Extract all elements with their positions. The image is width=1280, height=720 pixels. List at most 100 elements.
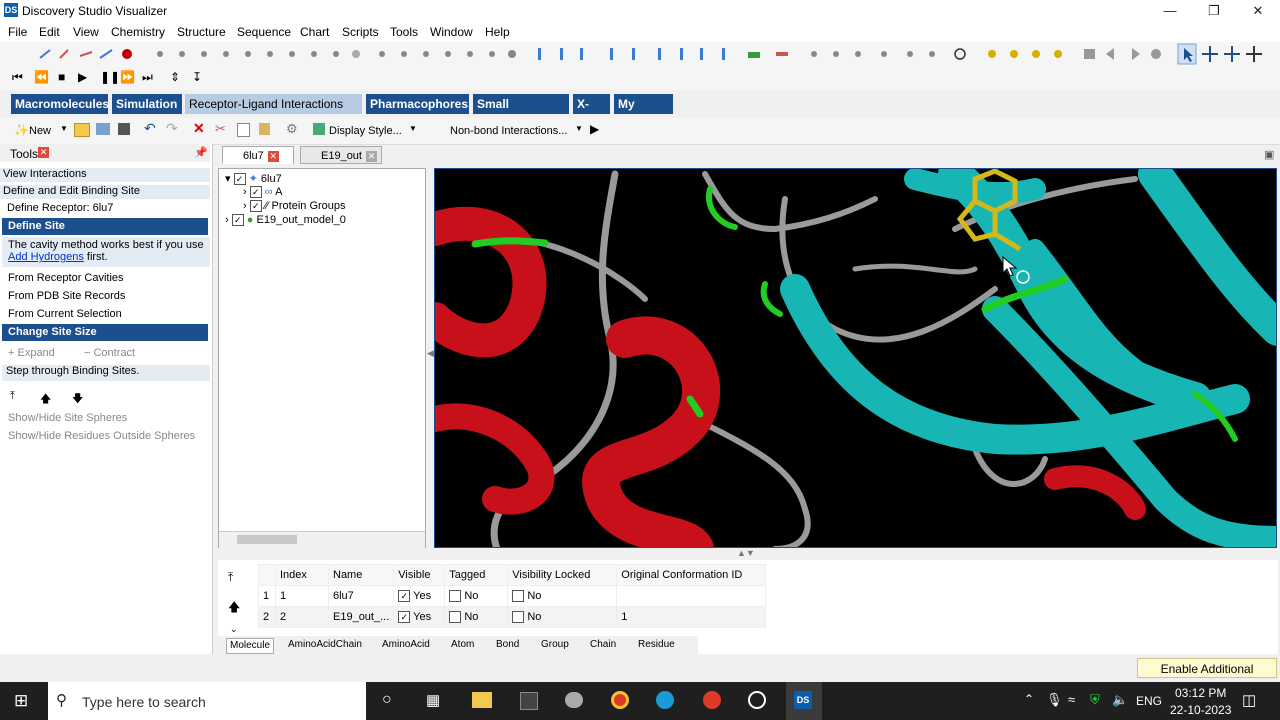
btab-aminoacid[interactable]: AminoAcid — [382, 638, 430, 652]
tagged-checkbox[interactable] — [449, 611, 462, 624]
from-receptor-cavities[interactable]: From Receptor Cavities — [8, 272, 218, 284]
next-site-icon[interactable]: 🡇 — [72, 390, 83, 409]
windows-start-icon[interactable]: ⊞ — [14, 691, 28, 711]
table-row[interactable]: 1 1 6lu7 ✓ Yes No No — [258, 585, 767, 607]
close-doc-e19-icon[interactable]: ✕ — [365, 150, 377, 162]
close-window-button[interactable]: ✕ — [1236, 0, 1280, 22]
tree-chain-a[interactable]: › ✓ ∞ A — [243, 186, 282, 199]
show-hide-residues[interactable]: Show/Hide Residues Outside Spheres — [8, 430, 195, 442]
change-site-size-header[interactable]: Change Site Size — [2, 324, 208, 341]
paste-icon[interactable] — [259, 123, 270, 135]
task-view-icon[interactable]: ▦ — [426, 691, 440, 709]
col-visibility-locked[interactable]: Visibility Locked — [507, 564, 618, 586]
new-dropdown-icon[interactable]: ▼ — [60, 124, 68, 133]
discovery-studio-taskbar[interactable]: DS — [786, 682, 822, 720]
settings-icon[interactable]: ⚙ — [286, 121, 298, 137]
tree-groups-checkbox[interactable]: ✓ — [249, 200, 262, 213]
menu-tools[interactable]: Tools — [390, 25, 418, 39]
first-site-icon[interactable]: ⤒ — [10, 390, 15, 403]
previous-site-icon[interactable]: 🡅 — [40, 390, 51, 409]
wifi-icon[interactable]: ≈ — [1068, 692, 1075, 707]
btab-chain[interactable]: Chain — [590, 638, 616, 652]
nonbond-interactions-button[interactable]: Non-bond Interactions... — [450, 125, 567, 137]
menu-view[interactable]: View — [73, 25, 99, 39]
visible-checkbox[interactable]: ✓ — [398, 611, 411, 624]
display-style-dropdown-icon[interactable]: ▼ — [409, 124, 417, 133]
cut-icon[interactable]: ✂ — [215, 121, 226, 137]
tab-pharmacophores[interactable]: Pharmacophores — [366, 94, 469, 114]
tree-root-checkbox[interactable]: ✓ — [233, 173, 246, 186]
save-icon[interactable] — [118, 123, 130, 135]
doc-tab-e19[interactable]: E19_out ✕ — [300, 146, 382, 164]
open-icon[interactable] — [74, 123, 90, 137]
close-doc-6lu7-icon[interactable]: ✕ — [267, 150, 279, 162]
cell-locked[interactable]: No — [507, 606, 618, 628]
table-row[interactable]: 2 2 E19_out_... ✓ Yes No No 1 — [258, 606, 767, 628]
restore-button[interactable]: ❐ — [1192, 0, 1236, 22]
visible-checkbox[interactable]: ✓ — [398, 590, 411, 603]
redo-icon[interactable]: ↷ — [166, 120, 178, 137]
stop-icon[interactable]: ■ — [58, 70, 65, 84]
pause-icon[interactable]: ❚❚ — [100, 70, 120, 84]
cell-tagged[interactable]: No — [444, 585, 509, 607]
col-tagged[interactable]: Tagged — [444, 564, 509, 586]
tree-root[interactable]: ▾ ✓ ✦ 6lu7 — [225, 172, 282, 186]
tab-simulation[interactable]: Simulation — [112, 94, 182, 114]
close-tools-icon[interactable]: ✕ — [38, 147, 49, 158]
volume-icon[interactable]: 🔈 — [1112, 692, 1128, 708]
menu-structure[interactable]: Structure — [177, 25, 226, 39]
tree-model-checkbox[interactable]: ✓ — [231, 214, 244, 227]
step-through-header[interactable]: Step through Binding Sites. — [2, 365, 210, 381]
from-pdb-site-records[interactable]: From PDB Site Records — [8, 290, 218, 302]
undo-icon[interactable]: ↶ — [144, 120, 156, 137]
up-down-icon[interactable]: ⇕ — [170, 70, 180, 84]
view-interactions-header[interactable]: View Interactions — [0, 168, 210, 182]
tab-small-molecules[interactable]: Small Molecules — [473, 94, 569, 131]
new-button[interactable]: New — [29, 125, 51, 137]
menu-sequence[interactable]: Sequence — [237, 25, 291, 39]
cell-visible[interactable]: ✓ Yes — [393, 585, 446, 607]
protein-ribbon-render[interactable] — [435, 169, 1277, 548]
locked-checkbox[interactable] — [512, 590, 525, 603]
3d-viewer[interactable] — [434, 168, 1277, 548]
first-frame-icon[interactable]: ⏮ — [12, 70, 23, 85]
add-hydrogens-link[interactable]: Add Hydrogens — [8, 251, 84, 263]
menu-edit[interactable]: Edit — [39, 25, 60, 39]
grid-chevron-icon[interactable]: ⌄ — [230, 624, 238, 635]
cell-visible[interactable]: ✓ Yes — [393, 606, 446, 628]
toolbar-icons-row[interactable] — [0, 42, 1280, 66]
tree-chain-checkbox[interactable]: ✓ — [249, 186, 262, 199]
delete-icon[interactable]: ✕ — [193, 120, 205, 137]
enable-features-button[interactable]: Enable Additional Features — [1137, 658, 1277, 696]
splitter-handle-icon[interactable]: ◀ — [427, 348, 434, 359]
col-name[interactable]: Name — [327, 564, 395, 586]
collapse-panel-icon[interactable]: ▲▼ — [737, 548, 755, 558]
minimize-button[interactable]: — — [1148, 0, 1192, 22]
scroll-top-icon[interactable]: ⤒ — [228, 570, 233, 585]
define-receptor-link[interactable]: Define Receptor: 6lu7 — [7, 202, 217, 214]
btab-molecule[interactable]: Molecule — [226, 638, 275, 654]
from-current-selection[interactable]: From Current Selection — [8, 308, 218, 320]
app-icon-3[interactable] — [748, 691, 766, 709]
previous-frame-icon[interactable]: ⏪ — [34, 70, 49, 84]
pin-icon[interactable]: 📌 — [194, 146, 208, 159]
tab-macromolecules[interactable]: Macromolecules — [11, 94, 109, 114]
shield-icon[interactable]: ⛨ — [1090, 692, 1100, 708]
tree-hscrollbar[interactable] — [219, 531, 425, 548]
define-site-header[interactable]: Define Site — [2, 218, 208, 235]
nonbond-dropdown-icon[interactable]: ▼ — [575, 124, 583, 133]
app-icon[interactable] — [520, 692, 538, 710]
chrome-profile-icon[interactable] — [703, 691, 721, 709]
col-visible[interactable]: Visible — [393, 564, 446, 586]
btab-bond[interactable]: Bond — [496, 638, 519, 652]
run-icon[interactable]: ▶ — [590, 122, 599, 136]
cortana-icon[interactable]: ○ — [382, 691, 392, 709]
next-frame-icon[interactable]: ⏩ — [120, 70, 135, 84]
maximize-view-icon[interactable]: ▣ — [1264, 148, 1274, 161]
app-icon-2[interactable] — [565, 692, 583, 708]
tab-receptor-ligand[interactable]: Receptor-Ligand Interactions — [185, 94, 362, 114]
notifications-icon[interactable]: ◫ — [1242, 691, 1256, 709]
display-style-button[interactable]: Display Style... — [329, 125, 402, 137]
doc-tab-6lu7[interactable]: 6lu7 ✕ — [222, 146, 294, 164]
contract-button[interactable]: − Contract — [84, 347, 135, 359]
